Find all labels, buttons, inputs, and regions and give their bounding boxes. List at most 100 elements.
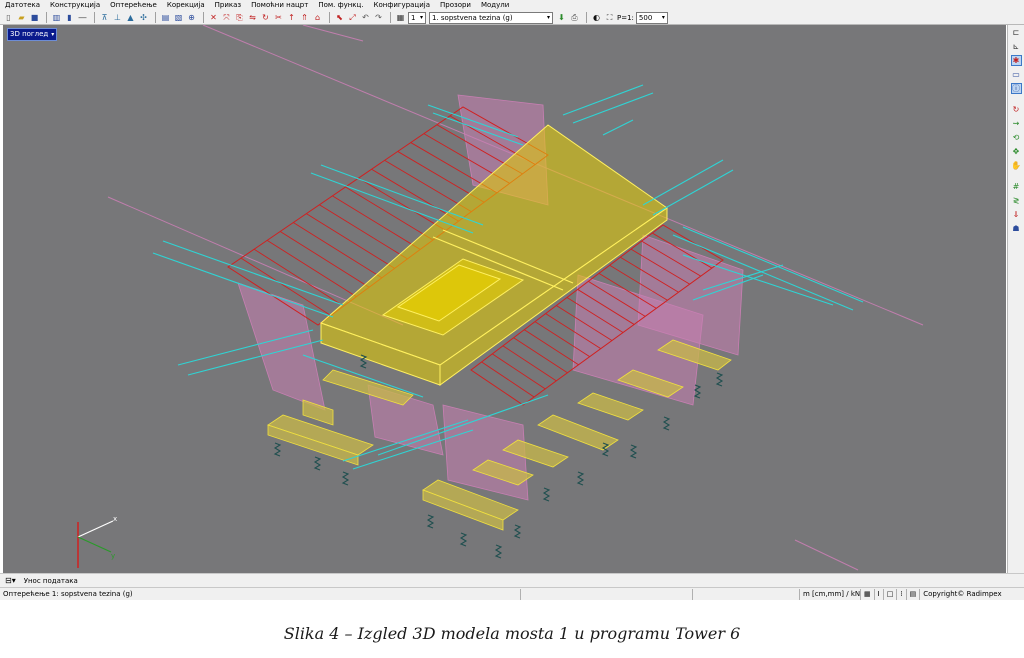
sep xyxy=(1011,174,1022,178)
chevron-down-icon: ▾ xyxy=(419,13,423,21)
grid-axis-line xyxy=(602,119,634,136)
spring-support xyxy=(313,456,322,471)
scale-value: 500 xyxy=(638,13,653,22)
menu-item-modules[interactable]: Модули xyxy=(476,0,514,11)
spring-support xyxy=(513,524,522,539)
menu-item-aux-drawing[interactable]: Помоћни нацрт xyxy=(246,0,313,11)
menu-item-windows[interactable]: Прозори xyxy=(435,0,476,11)
menu-item-edit[interactable]: Корекција xyxy=(162,0,210,11)
spring-support xyxy=(494,544,503,559)
orbit-icon[interactable]: ⟲ xyxy=(1011,132,1022,143)
spring-tool-icon[interactable]: ≷ xyxy=(1011,195,1022,206)
rotate-view-icon[interactable]: ↻ xyxy=(1011,104,1022,115)
menu-item-view[interactable]: Приказ xyxy=(210,0,247,11)
contrast-icon[interactable]: ◐ xyxy=(591,12,602,23)
load-case-green-icon[interactable]: ⬇ xyxy=(556,12,567,23)
copy-icon[interactable]: ⎘ xyxy=(234,12,245,23)
frame-toggle-icon[interactable]: □ xyxy=(884,588,898,600)
spring-icon[interactable]: ⊕ xyxy=(186,12,197,23)
support-fixed-icon[interactable]: ⊥ xyxy=(112,12,123,23)
dimension-icon[interactable]: ⊾ xyxy=(1011,41,1022,52)
save-icon[interactable]: ■ xyxy=(29,12,40,23)
hand-icon[interactable]: ✋ xyxy=(1011,160,1022,171)
menu-item-aux-functions[interactable]: Пом. функц. xyxy=(313,0,368,11)
info-icon[interactable]: ⓘ xyxy=(1010,83,1022,94)
array-icon[interactable]: ⌂ xyxy=(312,12,323,23)
grid-axis-line xyxy=(562,84,644,116)
menu-item-file[interactable]: Датотека xyxy=(0,0,45,11)
select-icon[interactable]: ⬉ xyxy=(334,12,345,23)
support-pinned-icon[interactable]: ▲ xyxy=(125,12,136,23)
rotate-icon[interactable]: ↻ xyxy=(260,12,271,23)
support-icon[interactable]: ⊼ xyxy=(99,12,110,23)
undo-icon[interactable]: ↶ xyxy=(360,12,371,23)
menu-item-configuration[interactable]: Конфигурација xyxy=(369,0,435,11)
axis-line xyxy=(794,539,859,571)
move-icon[interactable]: ⤧ xyxy=(221,12,232,23)
figure-caption: Slika 4 – Izgled 3D modela mosta 1 u pro… xyxy=(283,624,741,643)
small-toggle-icon[interactable]: ⁞ xyxy=(897,588,907,600)
slab-icon[interactable]: ▤ xyxy=(160,12,171,23)
zoom-window-icon[interactable]: ⤢ xyxy=(347,12,358,23)
spring-support xyxy=(459,532,468,547)
load-case-name-select[interactable]: 1. sopstvena tezina (g) ▾ xyxy=(429,11,553,24)
footing xyxy=(322,369,414,406)
load-case-number-select[interactable]: 1 ▾ xyxy=(408,11,426,24)
grid-toggle-icon[interactable]: ▤ xyxy=(907,588,921,600)
column-icon[interactable]: ▮ xyxy=(64,12,75,23)
footing xyxy=(577,392,644,421)
model-3d-viewport[interactable]: x y 3D поглед ▾ xyxy=(3,25,1006,573)
table-icon[interactable]: ▦ xyxy=(395,12,406,23)
open-file-icon[interactable]: ▰ xyxy=(16,12,27,23)
trim-icon[interactable]: ✂ xyxy=(273,12,284,23)
beam-icon[interactable]: ― xyxy=(77,12,88,23)
spring-support xyxy=(341,471,350,486)
stair-step xyxy=(332,195,421,250)
delete-icon[interactable]: ✕ xyxy=(208,12,219,23)
extend-icon[interactable]: ↑ xyxy=(286,12,297,23)
grid-axis-line xyxy=(320,164,484,226)
stair-step xyxy=(502,345,557,382)
stair-step xyxy=(524,329,579,366)
x-axis-label: x xyxy=(113,515,117,523)
load-arrow-icon[interactable]: ⇓ xyxy=(1011,209,1022,220)
person-icon[interactable]: ☗ xyxy=(1011,223,1022,234)
snap-toggle-icon[interactable]: Ⅰ xyxy=(875,588,884,600)
frame-icon[interactable]: ▥ xyxy=(51,12,62,23)
stair-step xyxy=(513,337,568,374)
status-units[interactable]: m [cm,mm] / kN xyxy=(800,588,861,600)
wall-icon[interactable]: ▧ xyxy=(173,12,184,23)
zoom-extents-icon[interactable]: ⛶ xyxy=(604,12,615,23)
stair-step xyxy=(492,353,546,390)
data-input-icon[interactable]: ⊟▾ xyxy=(5,576,16,585)
stair-step xyxy=(371,168,459,222)
ortho-toggle-icon[interactable]: ▦ xyxy=(861,588,875,600)
redo-icon[interactable]: ↷ xyxy=(373,12,384,23)
frame-view-icon[interactable]: ▭ xyxy=(1011,69,1022,80)
node-icon[interactable]: ✣ xyxy=(138,12,149,23)
grid-icon[interactable]: # xyxy=(1011,181,1022,192)
grid-axis-line xyxy=(310,172,474,234)
menu-item-load[interactable]: Оптерећење xyxy=(105,0,162,11)
offset-icon[interactable]: ⇑ xyxy=(299,12,310,23)
data-input-bar[interactable]: ⊟▾ Унос података xyxy=(0,573,1024,587)
grid-axis-line xyxy=(572,92,654,124)
new-file-icon[interactable]: ▯ xyxy=(3,12,14,23)
view-mode-label: 3D поглед xyxy=(10,30,49,38)
load-case-number-value: 1 xyxy=(411,13,416,22)
mirror-icon[interactable]: ⇋ xyxy=(247,12,258,23)
model-3d-drawing[interactable]: x y xyxy=(3,25,1006,573)
walk-icon[interactable]: ⇝ xyxy=(1011,118,1022,129)
stair-step xyxy=(481,361,535,398)
node-tool-icon[interactable]: ⊏ xyxy=(1011,27,1022,38)
stair-step xyxy=(266,239,357,298)
menu-bar: Датотека Конструкција Оптерећење Корекци… xyxy=(0,0,1024,11)
axis-line xyxy=(302,25,364,42)
layers-icon[interactable]: ✱ xyxy=(1010,55,1022,66)
menu-item-structure[interactable]: Конструкција xyxy=(45,0,105,11)
scale-select[interactable]: 500 ▾ xyxy=(635,11,668,24)
view-mode-select[interactable]: 3D поглед ▾ xyxy=(7,28,58,41)
status-load-case: Оптерећење 1: sopstvena tezina (g) xyxy=(0,588,521,600)
pan-icon[interactable]: ✥ xyxy=(1011,146,1022,157)
load-case-print-icon[interactable]: ⎙ xyxy=(569,12,580,23)
